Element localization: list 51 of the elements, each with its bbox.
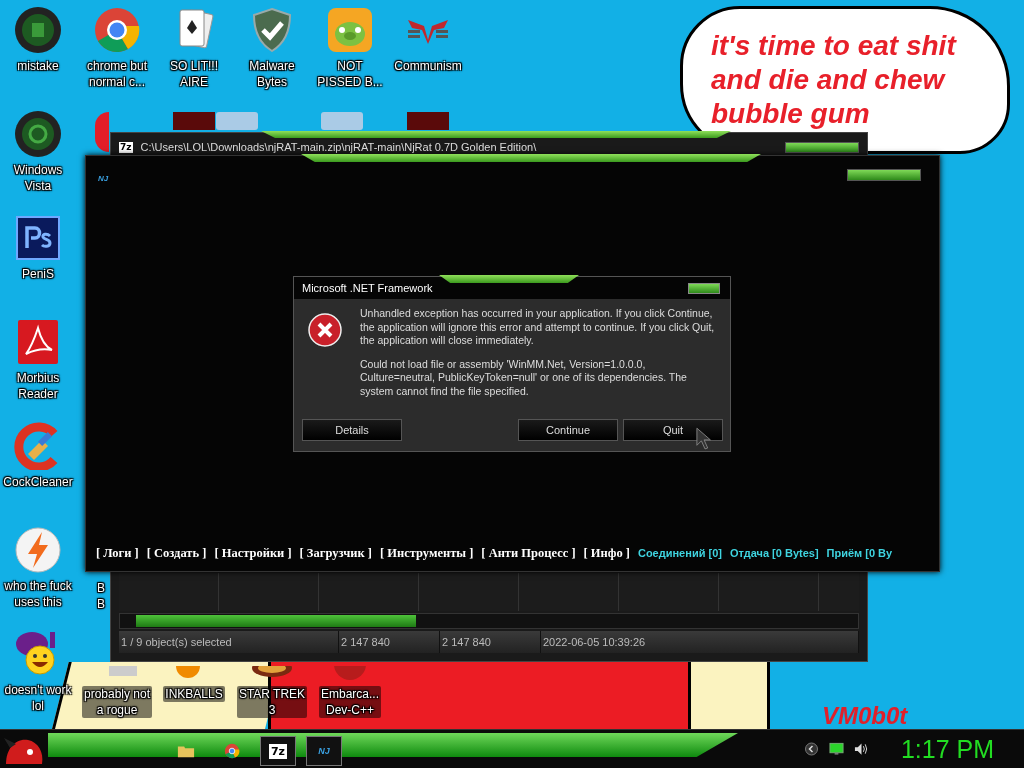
chrome-icon[interactable] [93, 6, 141, 54]
dialog-button[interactable]: Quit [623, 419, 723, 441]
horizontal-scrollbar[interactable] [119, 613, 859, 629]
clock[interactable]: 1:17 PM [900, 734, 994, 764]
status-counter: Приём [0 By [826, 547, 893, 559]
menu-item[interactable]: [ Создать ] [146, 546, 207, 561]
dialog-button[interactable]: Details [302, 419, 402, 441]
bubble-text: bubble gum [711, 97, 871, 131]
lightning-bolt-icon[interactable] [14, 526, 62, 574]
menu-item[interactable]: [ Инструменты ] [379, 546, 474, 561]
disc-icon[interactable] [14, 6, 62, 54]
speaker-icon[interactable] [853, 742, 869, 756]
window-control[interactable] [688, 282, 720, 294]
app-icon: NJ [318, 746, 330, 756]
bubble-text: it's time to eat shit [711, 29, 958, 63]
window-controls[interactable] [785, 141, 859, 153]
status-bar-cell: 1 / 9 object(s) selected [119, 631, 339, 653]
wallpaper-signature: VM0b0t [822, 703, 908, 729]
menu-item[interactable]: [ Настройки ] [214, 546, 292, 561]
taskbar-button[interactable]: NJ [306, 736, 342, 766]
app-icon: 7z [119, 141, 133, 153]
status-bar-cell: 2 147 840 [440, 631, 541, 653]
menu-item[interactable]: [ Анти Процесс ] [481, 546, 576, 561]
pig-icon[interactable] [326, 6, 374, 54]
error-message: Could not load file or assembly 'WinMM.Net, Version=1.0.0.0, Culture=neutral, PublicKeyToken=null' or one of its dependencies. The system cannot find the file specified. [360, 357, 688, 398]
app-icon: NJ [98, 174, 109, 183]
menu-item[interactable]: [ Загрузчик ] [299, 546, 372, 561]
chrome-icon [223, 743, 241, 759]
taskbar-button[interactable]: 7z [260, 736, 296, 766]
desktop-icon-label[interactable]: Embarca... Dev-C++ [319, 686, 381, 718]
status-counter: Соединений [0] [637, 547, 722, 559]
network-monitor-icon[interactable] [828, 742, 844, 756]
photoshop-icon[interactable] [14, 214, 62, 262]
desktop-icon-label[interactable]: probably not a rogue [81, 686, 152, 718]
dialog-title: Microsoft .NET Framework [302, 282, 433, 294]
bubble-text: and die and chew [711, 63, 947, 97]
menu-item[interactable]: [ Логи ] [96, 546, 139, 561]
error-message: Unhandled exception has occurred in your application. If you click Continue, the application will ignore this error and attempt to continue. If you click Quit, the application will close immediately. [360, 307, 716, 348]
error-icon [308, 313, 342, 347]
scrollbar-thumb[interactable] [136, 615, 416, 627]
chevron-icon[interactable] [803, 742, 819, 756]
app-icon: 7z [268, 743, 288, 759]
dialog-button[interactable]: Continue [518, 419, 618, 441]
menu-item[interactable]: [ Инфо ] [583, 546, 630, 561]
status-bar-cell: 2 147 840 [339, 631, 440, 653]
desktop-icon-label[interactable]: INKBALLS [163, 686, 225, 702]
status-counter: Отдача [0 Bytes] [729, 547, 819, 559]
window-title: C:\Users\LOL\Downloads\njRAT-main.zip\njRAT-main\NjRat 0.7D Golden Edition\ [140, 141, 537, 153]
status-bar-cell: 2022-06-05 10:39:26 [541, 631, 859, 653]
recycle-disc-icon[interactable] [14, 110, 62, 158]
window-controls[interactable] [847, 169, 921, 181]
